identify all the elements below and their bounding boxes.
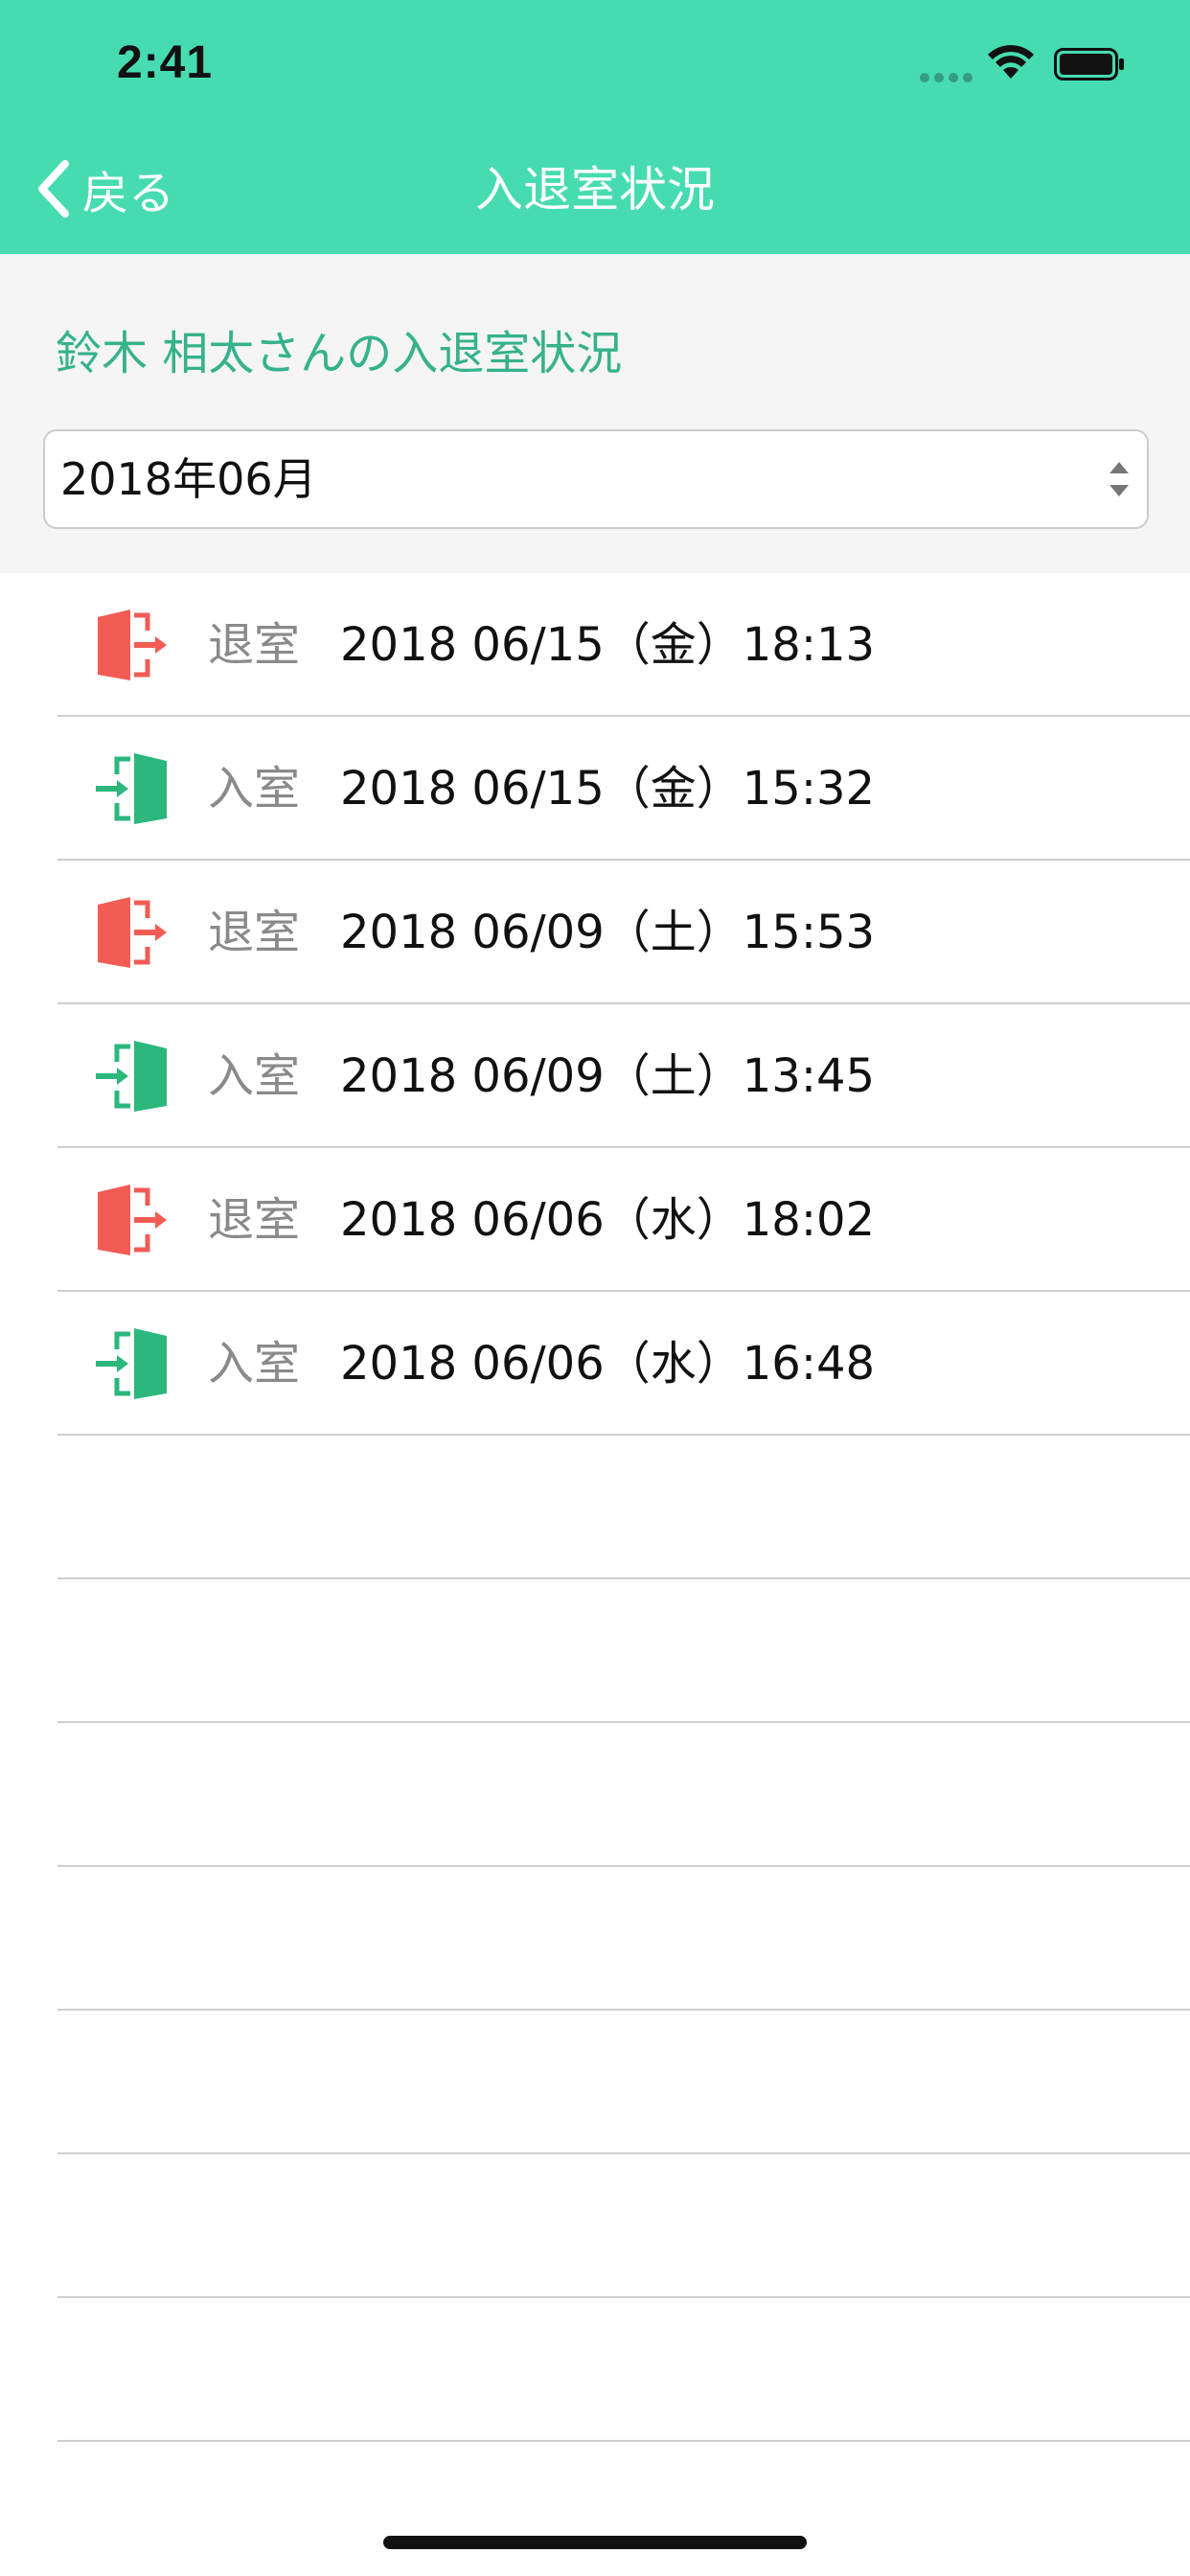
exit-door-icon bbox=[98, 1184, 167, 1255]
record-type: 退室 bbox=[208, 618, 301, 672]
record-datetime: 2018 06/09（土）13:45 bbox=[340, 1049, 876, 1103]
empty-row bbox=[0, 1723, 1190, 1867]
enter-door-icon bbox=[96, 753, 167, 824]
record-type: 入室 bbox=[208, 1337, 301, 1391]
record-datetime: 2018 06/06（水）16:48 bbox=[340, 1337, 876, 1391]
empty-row bbox=[0, 1579, 1190, 1723]
record-type: 入室 bbox=[208, 762, 301, 816]
empty-row bbox=[0, 1436, 1190, 1579]
record-type: 退室 bbox=[208, 906, 301, 959]
list-item[interactable]: 入室 2018 06/06（水）16:48 bbox=[0, 1292, 1190, 1436]
enter-door-icon bbox=[96, 1328, 167, 1399]
enter-door-icon bbox=[96, 1041, 167, 1112]
records-list: 退室 2018 06/15（金）18:13 入室 2018 06/15（金）15… bbox=[0, 573, 1190, 2576]
record-datetime: 2018 06/15（金）18:13 bbox=[340, 618, 876, 672]
exit-door-icon bbox=[98, 610, 167, 680]
filter-section: 鈴木 相太さんの入退室状況 2018年06月 bbox=[0, 254, 1190, 573]
month-select[interactable]: 2018年06月 bbox=[43, 429, 1149, 529]
record-datetime: 2018 06/06（水）18:02 bbox=[340, 1193, 876, 1247]
empty-row bbox=[0, 1867, 1190, 2011]
empty-row bbox=[0, 2011, 1190, 2154]
list-item[interactable]: 退室 2018 06/09（土）15:53 bbox=[0, 861, 1190, 1004]
exit-door-icon bbox=[98, 897, 167, 968]
month-select-value: 2018年06月 bbox=[60, 453, 317, 505]
record-datetime: 2018 06/09（土）15:53 bbox=[340, 906, 876, 959]
battery-icon bbox=[1054, 48, 1124, 80]
record-type: 退室 bbox=[208, 1193, 301, 1247]
record-datetime: 2018 06/15（金）15:32 bbox=[340, 762, 876, 816]
record-type: 入室 bbox=[208, 1049, 301, 1103]
wifi-icon bbox=[988, 45, 1034, 79]
empty-row bbox=[0, 2298, 1190, 2442]
select-arrows-icon bbox=[1110, 462, 1129, 496]
list-item[interactable]: 入室 2018 06/09（土）13:45 bbox=[0, 1004, 1190, 1148]
list-item[interactable]: 入室 2018 06/15（金）15:32 bbox=[0, 717, 1190, 861]
status-time: 2:41 bbox=[117, 37, 214, 88]
list-item[interactable]: 退室 2018 06/15（金）18:13 bbox=[0, 573, 1190, 717]
user-heading: 鈴木 相太さんの入退室状況 bbox=[56, 327, 623, 380]
app-header: 2:41 戻る 入退室状況 bbox=[0, 0, 1190, 254]
page-title: 入退室状況 bbox=[475, 162, 715, 218]
empty-row bbox=[0, 2154, 1190, 2298]
empty-row bbox=[0, 2442, 1190, 2576]
list-item[interactable]: 退室 2018 06/06（水）18:02 bbox=[0, 1148, 1190, 1292]
signal-dots-icon bbox=[920, 73, 973, 82]
screen: 2:41 戻る 入退室状況 鈴木 相太さんの入退室状況 2018年06月 退室 … bbox=[0, 0, 1190, 2576]
home-indicator[interactable] bbox=[383, 2536, 807, 2549]
